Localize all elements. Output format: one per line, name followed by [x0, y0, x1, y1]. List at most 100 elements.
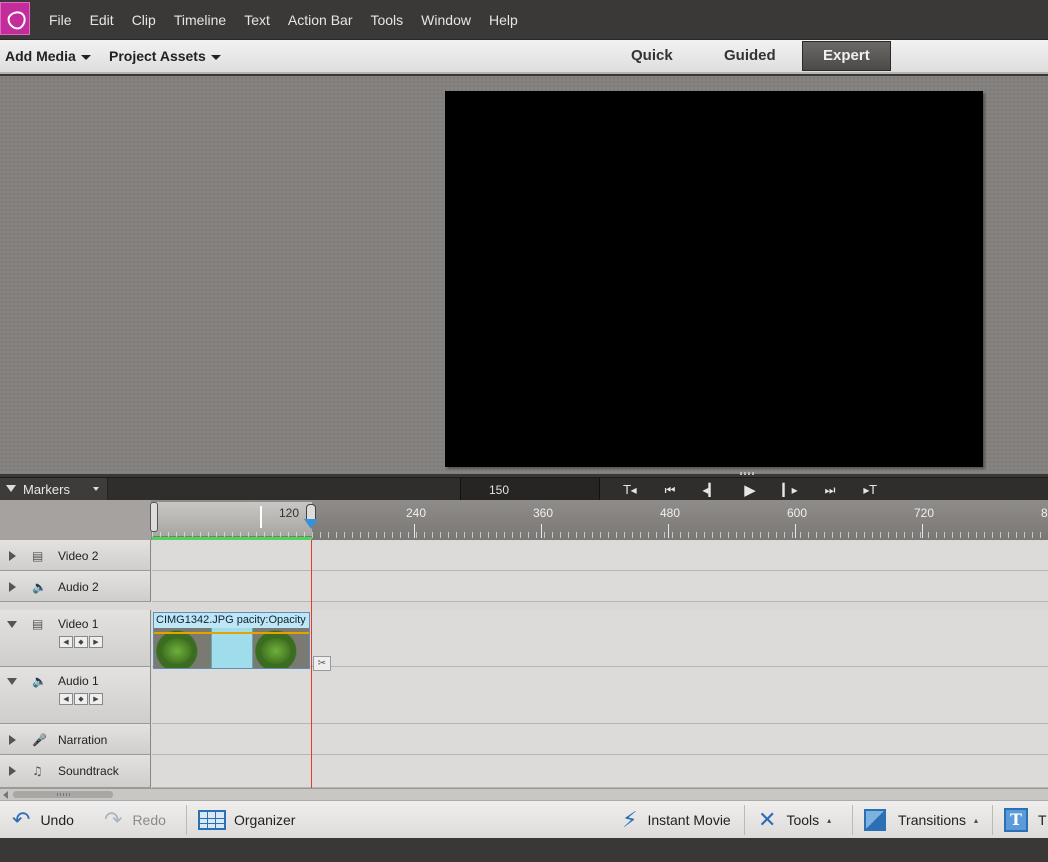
track-header-soundtrack[interactable]: ♫ Soundtrack: [0, 755, 151, 788]
titles-label: T: [1038, 812, 1047, 828]
instant-movie-button[interactable]: ⚡ Instant Movie: [622, 801, 731, 839]
menu-timeline[interactable]: Timeline: [174, 12, 226, 28]
speaker-icon: 🔈: [32, 674, 47, 688]
track-header-audio-2[interactable]: 🔈 Audio 2: [0, 571, 151, 602]
tab-expert[interactable]: Expert: [802, 41, 891, 71]
track-lane-soundtrack[interactable]: [152, 755, 1048, 788]
go-to-in-icon[interactable]: T◂: [610, 481, 650, 499]
expand-triangle-icon[interactable]: [9, 766, 16, 776]
tools-label: Tools: [786, 812, 820, 828]
track-lane-video-2[interactable]: [152, 540, 1048, 571]
scrollbar-thumb[interactable]: [13, 791, 113, 798]
app-logo-icon[interactable]: [0, 2, 30, 35]
ruler-label: 8: [1041, 506, 1048, 520]
instant-movie-label: Instant Movie: [647, 812, 731, 828]
track-name: Video 2: [58, 549, 99, 563]
prev-keyframe-icon[interactable]: ◀: [59, 636, 73, 648]
track-name: Audio 1: [58, 674, 99, 688]
scissors-icon[interactable]: ✂: [313, 656, 331, 671]
collapse-triangle-icon[interactable]: [7, 678, 17, 685]
playhead-tip-icon: [304, 519, 318, 529]
panel-resize-grip-icon[interactable]: [740, 472, 756, 475]
prev-keyframe-icon[interactable]: ◀: [59, 693, 73, 705]
tab-guided[interactable]: Guided: [724, 47, 776, 64]
go-to-out-icon[interactable]: ▸T: [850, 481, 890, 499]
transitions-button[interactable]: Transitions ▴: [864, 801, 978, 839]
menu-file[interactable]: File: [49, 12, 72, 28]
redo-button[interactable]: ↷ Redo: [104, 801, 166, 839]
current-time-indicator[interactable]: [311, 540, 312, 788]
track-lane-audio-2[interactable]: [152, 571, 1048, 602]
ruler-label: 600: [787, 506, 808, 520]
chevron-down-icon[interactable]: [93, 487, 99, 491]
work-area-marker: [260, 506, 262, 528]
step-back-icon[interactable]: ◂▎: [690, 481, 730, 499]
undo-button[interactable]: ↶ Undo: [12, 801, 74, 839]
video-preview[interactable]: [445, 91, 983, 467]
menu-text[interactable]: Text: [244, 12, 270, 28]
menu-action-bar[interactable]: Action Bar: [288, 12, 353, 28]
add-media-menu[interactable]: Add Media: [5, 48, 91, 64]
organizer-label: Organizer: [234, 812, 296, 828]
ruler-major-tick: [668, 524, 669, 538]
track-header-video-1[interactable]: ▤ Video 1 ◀ ◆ ▶: [0, 610, 151, 667]
next-keyframe-icon[interactable]: ▶: [89, 636, 103, 648]
track-lane-narration[interactable]: [152, 724, 1048, 755]
work-area-in-handle[interactable]: [150, 502, 158, 532]
track-header-video-2[interactable]: ▤ Video 2: [0, 540, 151, 571]
ruler-label: 240: [406, 506, 427, 520]
play-icon[interactable]: ▶: [730, 481, 770, 499]
project-assets-menu[interactable]: Project Assets: [109, 48, 221, 64]
scroll-left-arrow-icon[interactable]: [3, 791, 8, 799]
tools-button[interactable]: ✕ Tools ▴: [758, 801, 831, 839]
collapse-triangle-icon[interactable]: [7, 621, 17, 628]
organizer-button[interactable]: Organizer: [198, 801, 295, 839]
playhead-handle[interactable]: [304, 504, 318, 530]
markers-menu[interactable]: Markers: [0, 478, 108, 500]
track-name: Soundtrack: [58, 764, 119, 778]
expand-triangle-icon[interactable]: [9, 735, 16, 745]
menu-clip[interactable]: Clip: [132, 12, 156, 28]
track-header-audio-1[interactable]: 🔈 Audio 1 ◀ ◆ ▶: [0, 667, 151, 724]
action-bar: ↶ Undo ↷ Redo Organizer ⚡ Instant Movie …: [0, 800, 1048, 838]
menu-help[interactable]: Help: [489, 12, 518, 28]
opacity-line[interactable]: [154, 632, 309, 634]
track-name: Audio 2: [58, 580, 99, 594]
ruler-header-spacer: [0, 500, 152, 540]
next-keyframe-icon[interactable]: ▶: [89, 693, 103, 705]
ruler-major-tick: [795, 524, 796, 538]
video-clip[interactable]: CIMG1342.JPG pacity:Opacity: [153, 612, 310, 669]
add-keyframe-icon[interactable]: ◆: [74, 693, 88, 705]
expand-triangle-icon[interactable]: [9, 551, 16, 561]
timecode-value: 150: [489, 483, 510, 497]
menu-items: File Edit Clip Timeline Text Action Bar …: [49, 12, 536, 28]
step-forward-icon[interactable]: ▎▸: [770, 481, 810, 499]
keyframe-navigator: ◀ ◆ ▶: [59, 693, 104, 705]
timeline-tracks: ▤ Video 2 🔈 Audio 2 ▤ Video 1 ◀ ◆ ▶ 🔈 Au…: [0, 540, 1048, 788]
menu-bar: File Edit Clip Timeline Text Action Bar …: [0, 0, 1048, 40]
undo-icon: ↶: [12, 807, 31, 833]
film-icon: ▤: [32, 549, 44, 563]
divider: [186, 805, 187, 835]
track-lane-audio-1[interactable]: [152, 667, 1048, 724]
add-keyframe-icon[interactable]: ◆: [74, 636, 88, 648]
transitions-label: Transitions: [898, 812, 966, 828]
go-to-end-icon[interactable]: ⏭: [810, 481, 850, 499]
menu-tools[interactable]: Tools: [370, 12, 403, 28]
menu-edit[interactable]: Edit: [90, 12, 114, 28]
go-to-start-icon[interactable]: ⏮: [650, 481, 690, 499]
timeline-scrollbar[interactable]: [0, 788, 1048, 800]
transport-controls: T◂ ⏮ ◂▎ ▶ ▎▸ ⏭ ▸T: [610, 481, 890, 499]
titles-button[interactable]: T T: [1004, 801, 1047, 839]
track-header-narration[interactable]: 🎤 Narration: [0, 724, 151, 755]
time-ruler[interactable]: 120 240 360 480 600 720 8: [150, 500, 1048, 540]
collapse-triangle-icon[interactable]: [6, 485, 16, 492]
menu-window[interactable]: Window: [421, 12, 471, 28]
tab-quick[interactable]: Quick: [631, 47, 673, 64]
timecode-display[interactable]: 150: [460, 478, 600, 500]
chevron-down-icon: [80, 54, 91, 60]
clip-title[interactable]: CIMG1342.JPG pacity:Opacity: [154, 613, 309, 628]
title-t-icon: T: [1004, 808, 1028, 832]
divider: [744, 805, 745, 835]
expand-triangle-icon[interactable]: [9, 582, 16, 592]
